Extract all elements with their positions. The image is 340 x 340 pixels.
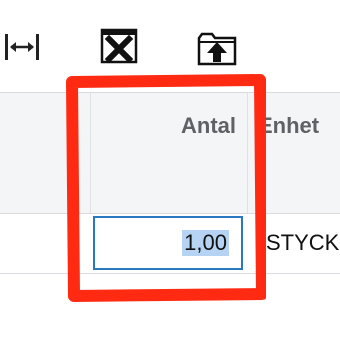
table-row: 1,00 STYCK [0,214,340,274]
grid-header: Antal Enhet [0,92,340,214]
column-divider [247,93,248,213]
column-header-enhet[interactable]: Enhet [258,113,319,139]
column-resize-icon [5,34,39,60]
column-resize-button[interactable] [2,30,42,64]
column-divider [90,93,91,213]
upload-button[interactable] [195,26,239,70]
unit-cell: STYCK [266,230,340,255]
column-header-antal[interactable]: Antal [181,113,236,139]
toolbar [0,0,340,92]
excel-export-icon [100,28,138,64]
excel-export-button[interactable] [99,26,139,66]
upload-icon [197,32,237,66]
quantity-input[interactable]: 1,00 [93,216,243,270]
order-grid-panel: Antal Enhet 1,00 STYCK [0,0,340,340]
quantity-value: 1,00 [182,230,229,256]
